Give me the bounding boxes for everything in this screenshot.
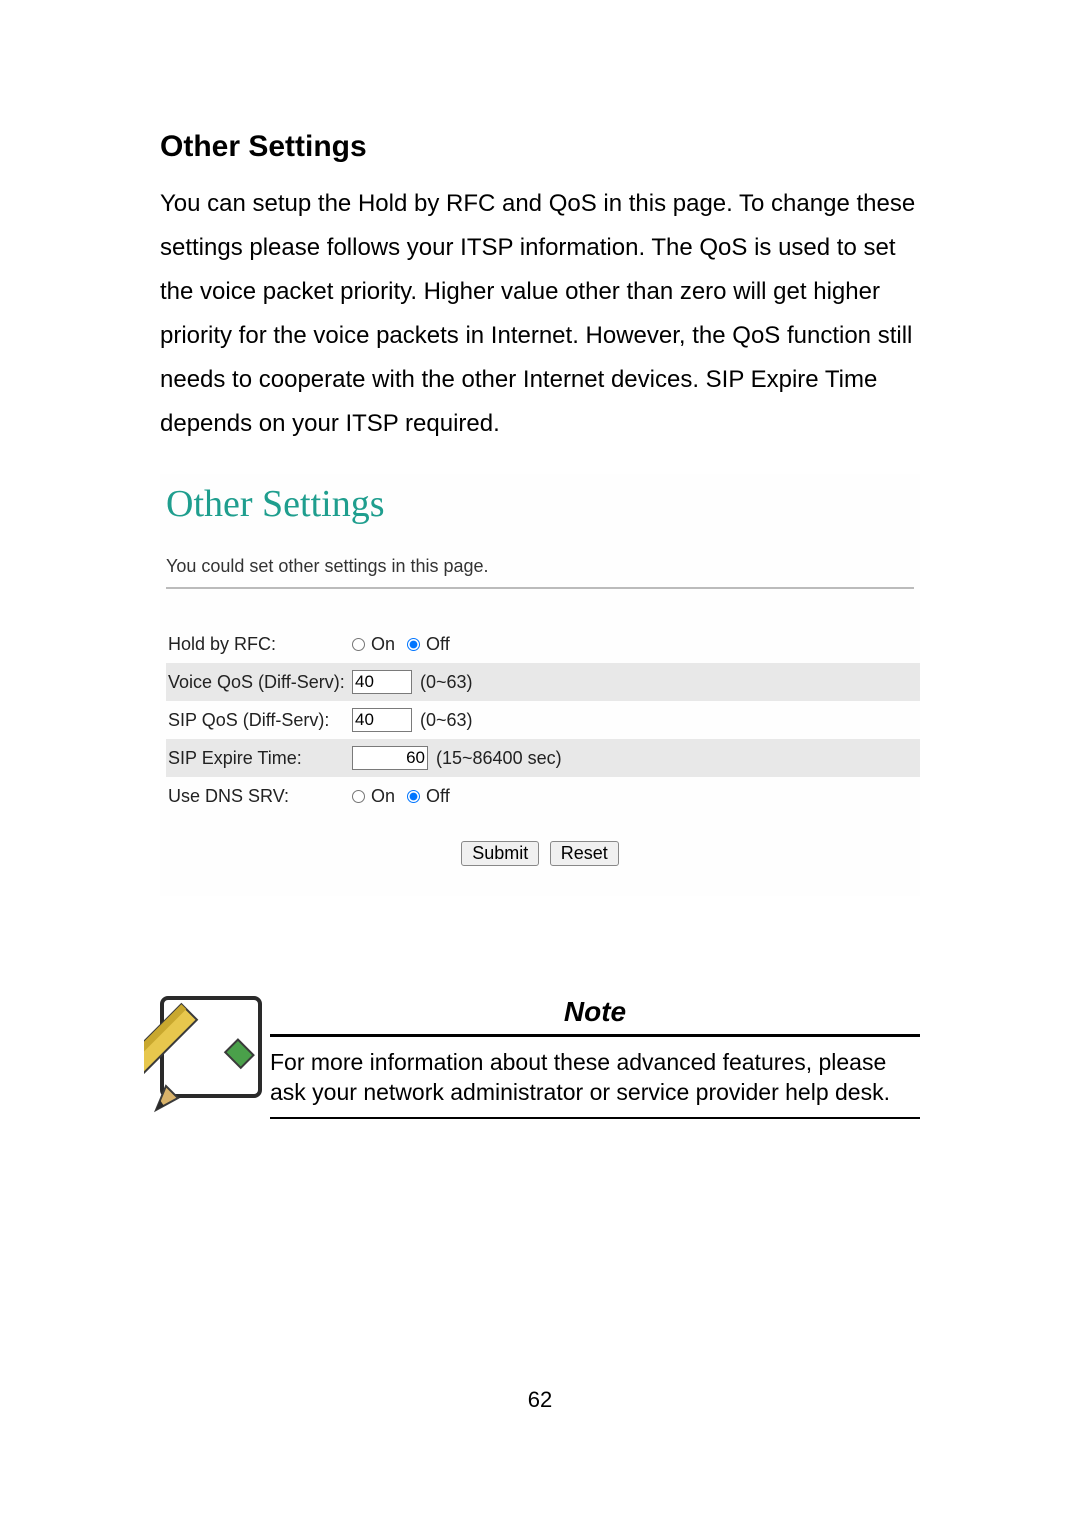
note-icon-wrap: [160, 996, 270, 1098]
button-row: Submit Reset: [160, 841, 920, 866]
radio-hold-off-label: Off: [426, 634, 450, 655]
note-title: Note: [270, 996, 920, 1028]
hint-voice-qos: (0~63): [420, 672, 473, 693]
row-hold-by-rfc: Hold by RFC: On Off: [166, 625, 920, 663]
note-pencil-icon: [160, 996, 262, 1098]
radio-hold-off[interactable]: [407, 638, 420, 651]
settings-panel: Other Settings You could set other setti…: [160, 474, 920, 896]
pencil-icon: [144, 992, 274, 1122]
radio-dns-off-label: Off: [426, 786, 450, 807]
settings-form: Hold by RFC: On Off Voice QoS (Diff-Serv…: [166, 625, 920, 815]
hint-sip-qos: (0~63): [420, 710, 473, 731]
label-voice-qos: Voice QoS (Diff-Serv):: [166, 672, 352, 693]
input-sip-expire[interactable]: [352, 746, 428, 770]
radio-hold-on-label: On: [371, 634, 395, 655]
note-divider-top: [270, 1034, 920, 1037]
note-text: For more information about these advance…: [270, 1047, 920, 1107]
label-sip-expire: SIP Expire Time:: [166, 748, 352, 769]
input-voice-qos[interactable]: [352, 670, 412, 694]
label-use-dns-srv: Use DNS SRV:: [166, 786, 352, 807]
radio-dns-off[interactable]: [407, 790, 420, 803]
panel-title: Other Settings: [166, 482, 920, 526]
input-sip-qos[interactable]: [352, 708, 412, 732]
row-voice-qos: Voice QoS (Diff-Serv): (0~63): [166, 663, 920, 701]
radio-hold-on[interactable]: [352, 638, 365, 651]
submit-button[interactable]: Submit: [461, 841, 539, 866]
panel-subtitle: You could set other settings in this pag…: [166, 556, 920, 577]
label-hold-by-rfc: Hold by RFC:: [166, 634, 352, 655]
note-divider-bottom: [270, 1117, 920, 1119]
radio-dns-on[interactable]: [352, 790, 365, 803]
section-title: Other Settings: [160, 130, 920, 164]
row-sip-qos: SIP QoS (Diff-Serv): (0~63): [166, 701, 920, 739]
label-sip-qos: SIP QoS (Diff-Serv):: [166, 710, 352, 731]
note-content: Note For more information about these ad…: [270, 996, 920, 1119]
document-page: Other Settings You can setup the Hold by…: [0, 0, 1080, 1533]
reset-button[interactable]: Reset: [550, 841, 619, 866]
body-paragraph: You can setup the Hold by RFC and QoS in…: [160, 182, 920, 446]
row-sip-expire: SIP Expire Time: (15~86400 sec): [166, 739, 920, 777]
hint-sip-expire: (15~86400 sec): [436, 748, 562, 769]
row-use-dns-srv: Use DNS SRV: On Off: [166, 777, 920, 815]
divider: [166, 587, 914, 589]
note-block: Note For more information about these ad…: [160, 996, 920, 1119]
page-number: 62: [0, 1387, 1080, 1413]
radio-dns-on-label: On: [371, 786, 395, 807]
